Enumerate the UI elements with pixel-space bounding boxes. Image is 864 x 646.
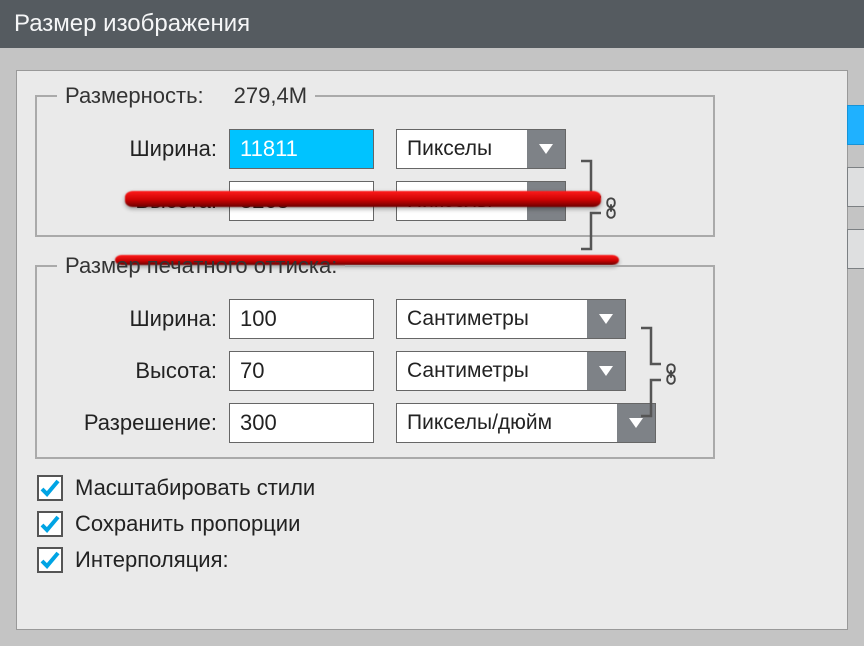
auto-button[interactable] (847, 229, 864, 269)
constrain-link-button[interactable] (659, 359, 683, 389)
doc-width-input[interactable] (229, 299, 374, 339)
resolution-unit-select[interactable]: Пикселы/дюйм (396, 403, 656, 443)
side-buttons: С (847, 105, 864, 269)
height-unit-select[interactable]: Пикселы (396, 181, 566, 221)
dialog-body: С Размерность: 279,4M Ширина: Пикселы (16, 70, 848, 630)
resolution-label: Разрешение: (49, 410, 229, 436)
document-size-legend: Размер печатного оттиска: (57, 253, 345, 279)
doc-height-input[interactable] (229, 351, 374, 391)
width-unit-select[interactable]: Пикселы (396, 129, 566, 169)
dropdown-icon (587, 300, 625, 338)
constrain-proportions-checkbox[interactable] (37, 511, 63, 537)
pixel-dimensions-group: Размерность: 279,4M Ширина: Пикселы Высо… (35, 83, 715, 237)
constrain-proportions-label: Сохранить пропорции (75, 511, 300, 537)
dropdown-icon (617, 404, 655, 442)
cancel-button[interactable]: С (847, 167, 864, 207)
width-unit-text: Пикселы (397, 130, 527, 168)
resolution-input[interactable] (229, 403, 374, 443)
constrain-link-button[interactable] (599, 193, 623, 223)
resolution-unit-text: Пикселы/дюйм (397, 404, 617, 442)
height-input[interactable] (229, 181, 374, 221)
width-input[interactable] (229, 129, 374, 169)
scale-styles-checkbox[interactable] (37, 475, 63, 501)
width-label: Ширина: (49, 136, 229, 162)
ok-button[interactable] (847, 105, 864, 145)
pixel-dimensions-legend: Размерность: 279,4M (57, 83, 315, 109)
dialog-title: Размер изображения (0, 0, 864, 48)
doc-width-unit-select[interactable]: Сантиметры (396, 299, 626, 339)
dim-legend-label: Размерность: (65, 83, 204, 109)
doc-height-unit-select[interactable]: Сантиметры (396, 351, 626, 391)
dropdown-icon (587, 352, 625, 390)
dim-size-summary: 279,4M (234, 83, 307, 109)
height-label: Высота: (49, 188, 229, 214)
doc-height-label: Высота: (49, 358, 229, 384)
doc-width-unit-text: Сантиметры (397, 300, 587, 338)
doc-height-unit-text: Сантиметры (397, 352, 587, 390)
options-checkboxes: Масштабировать стили Сохранить пропорции… (35, 475, 847, 573)
interpolation-checkbox[interactable] (37, 547, 63, 573)
document-size-group: Размер печатного оттиска: Ширина: Сантим… (35, 253, 715, 459)
dropdown-icon (527, 182, 565, 220)
dropdown-icon (527, 130, 565, 168)
height-unit-text: Пикселы (397, 182, 527, 220)
doc-width-label: Ширина: (49, 306, 229, 332)
scale-styles-label: Масштабировать стили (75, 475, 315, 501)
interpolation-label: Интерполяция: (75, 547, 229, 573)
